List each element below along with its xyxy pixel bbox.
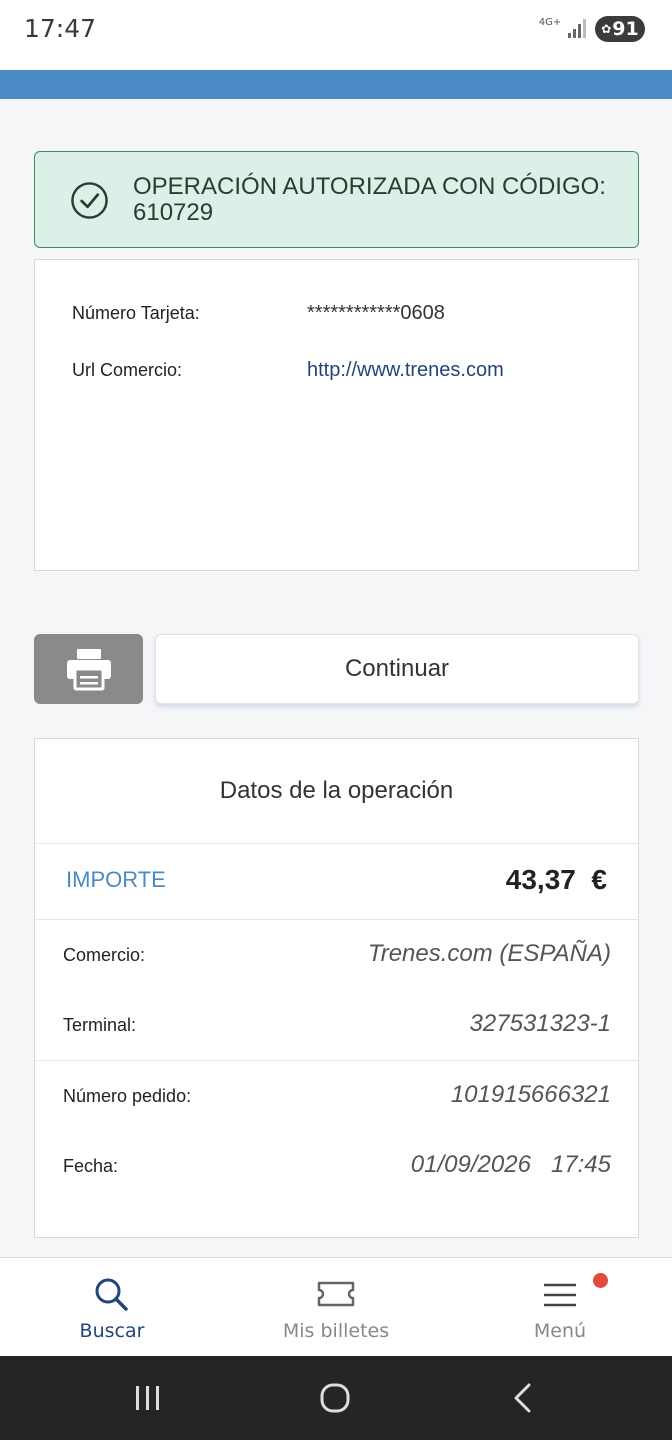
recent-apps-button[interactable]	[123, 1376, 173, 1420]
order-number-value: 101915666321	[450, 1081, 611, 1108]
back-icon	[514, 1383, 531, 1413]
currency-symbol: €	[591, 864, 607, 895]
recent-apps-icon	[136, 1386, 159, 1410]
ticket-icon	[317, 1281, 355, 1307]
check-circle-icon	[71, 182, 108, 219]
card-number-value: ************0608	[307, 302, 445, 324]
date-value: 01/09/2026	[410, 1151, 531, 1178]
amount-value: 43,37 €	[506, 864, 607, 896]
time-value: 17:45	[550, 1151, 611, 1178]
merchant-url-label: Url Comercio:	[72, 360, 183, 380]
battery-level: 91	[612, 18, 639, 40]
continue-button[interactable]: Continuar	[155, 634, 639, 704]
printer-icon	[66, 649, 111, 691]
success-message-box: OPERACIÓN AUTORIZADA CON CÓDIGO: 610729	[34, 151, 639, 248]
operation-details-card: Datos de la operación IMPORTE 43,37 € Co…	[34, 738, 639, 1238]
nav-item-buscar[interactable]: Buscar	[0, 1258, 224, 1357]
terminal-value: 327531323-1	[469, 1010, 611, 1037]
merchant-value: Trenes.com (ESPAÑA)	[367, 940, 611, 967]
order-number-label: Número pedido:	[63, 1086, 192, 1106]
nav-item-menu[interactable]: Menú	[448, 1258, 672, 1357]
amount-label: IMPORTE	[66, 867, 166, 892]
date-label: Fecha:	[63, 1156, 119, 1176]
merchant-label: Comercio:	[63, 945, 146, 965]
merchant-terminal-group: Comercio: Trenes.com (ESPAÑA) Terminal: …	[35, 920, 638, 1061]
status-time: 17:47	[24, 14, 97, 43]
nav-label-buscar: Buscar	[79, 1320, 145, 1342]
operation-details-title: Datos de la operación	[35, 739, 638, 844]
amount-row: IMPORTE 43,37 €	[35, 844, 638, 920]
card-info-panel: Número Tarjeta: ************0608 Url Com…	[34, 259, 639, 571]
header-band	[0, 70, 672, 99]
print-button[interactable]	[34, 634, 143, 704]
merchant-url-link[interactable]: http://www.trenes.com	[307, 359, 504, 382]
nav-item-mis-billetes[interactable]: Mis billetes	[224, 1258, 448, 1357]
home-button[interactable]	[310, 1376, 360, 1420]
terminal-label: Terminal:	[63, 1015, 137, 1035]
nav-label-menu: Menú	[533, 1320, 587, 1342]
success-message: OPERACIÓN AUTORIZADA CON CÓDIGO: 610729	[133, 173, 606, 226]
signal-icon	[568, 19, 586, 38]
status-bar: 17:47 4G+ ✿ 91	[0, 0, 672, 70]
nav-label-mis-billetes: Mis billetes	[282, 1320, 390, 1342]
system-navigation-bar	[0, 1356, 672, 1440]
amount-number: 43,37	[505, 864, 576, 895]
network-type-label: 4G+	[538, 17, 562, 28]
battery-saver-icon: ✿	[601, 22, 612, 36]
bottom-navigation: Buscar Mis billetes Menú	[0, 1257, 672, 1356]
back-button[interactable]	[498, 1376, 548, 1420]
date-time-value: 01/09/2026 17:45	[411, 1151, 611, 1179]
home-icon	[320, 1383, 350, 1413]
notification-badge	[593, 1273, 608, 1288]
battery-indicator: ✿ 91	[595, 16, 645, 42]
card-number-label: Número Tarjeta:	[72, 303, 200, 323]
search-icon	[95, 1278, 128, 1311]
menu-icon	[544, 1283, 576, 1307]
